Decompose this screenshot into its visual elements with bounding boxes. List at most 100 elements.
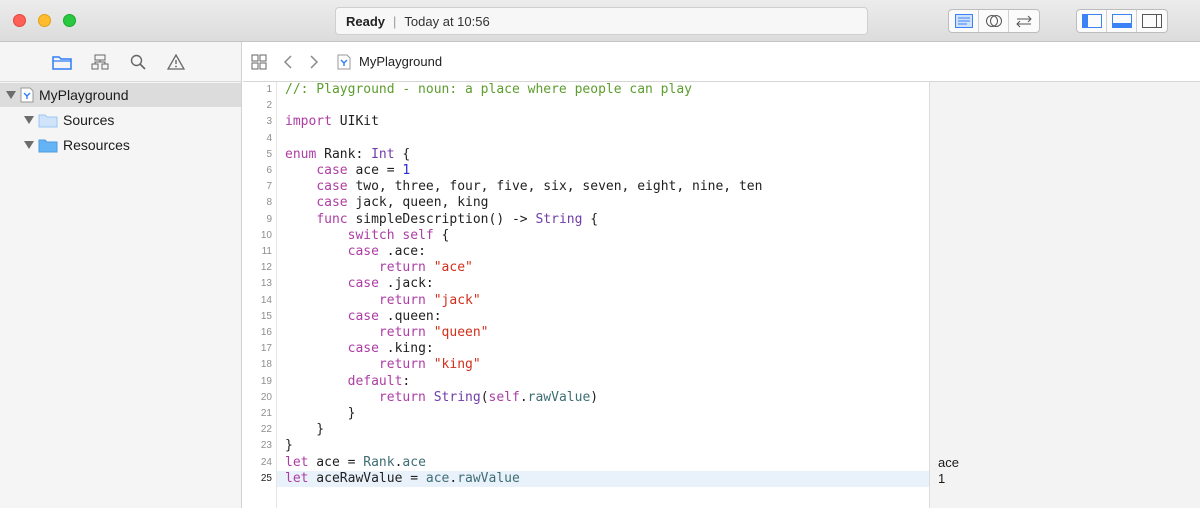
code-line[interactable]: } bbox=[277, 422, 930, 438]
code-line[interactable]: } bbox=[277, 406, 930, 422]
code-line[interactable]: return String(self.rawValue) bbox=[277, 390, 930, 406]
code-token: return bbox=[378, 325, 426, 340]
line-number: 1 bbox=[266, 84, 272, 95]
tree-item-label: MyPlayground bbox=[39, 87, 129, 103]
code-line[interactable]: let ace = Rank.ace bbox=[277, 455, 930, 471]
code-token: case bbox=[316, 179, 348, 195]
code-line[interactable]: default: bbox=[277, 374, 930, 390]
related-items-button[interactable] bbox=[243, 54, 275, 70]
code-token: String bbox=[535, 211, 583, 227]
code-token: ) bbox=[590, 389, 599, 405]
code-token: { bbox=[433, 227, 450, 243]
code-line[interactable]: enum Rank: Int { bbox=[277, 147, 930, 163]
code-token: default bbox=[347, 373, 403, 389]
disclosure-triangle-icon[interactable] bbox=[24, 141, 34, 149]
close-window-button[interactable] bbox=[13, 14, 26, 27]
standard-editor-button[interactable] bbox=[949, 10, 979, 32]
code-line[interactable]: return "jack" bbox=[277, 293, 930, 309]
line-number: 23 bbox=[260, 440, 272, 452]
code-token: ace = bbox=[308, 454, 364, 470]
code-line[interactable]: let aceRawValue = ace.rawValue bbox=[277, 470, 930, 487]
line-number: 4 bbox=[266, 132, 272, 144]
version-editor-icon bbox=[1016, 15, 1032, 28]
disclosure-triangle-icon[interactable] bbox=[24, 116, 34, 124]
code-line[interactable]: import UIKit bbox=[277, 114, 930, 130]
code-line[interactable] bbox=[277, 98, 930, 114]
code-token: case bbox=[316, 163, 348, 178]
tab-symbol-navigator[interactable] bbox=[90, 52, 110, 72]
result-value[interactable]: 1 bbox=[938, 471, 945, 487]
window-titlebar: Ready | Today at 10:56 bbox=[0, 0, 1200, 42]
minimize-window-button[interactable] bbox=[38, 14, 51, 27]
code-line[interactable]: case .queen: bbox=[277, 309, 930, 325]
code-line[interactable]: } bbox=[277, 438, 930, 454]
line-number: 19 bbox=[260, 375, 272, 387]
toggle-utilities-button[interactable] bbox=[1137, 10, 1167, 32]
source-editor[interactable]: //: Playground - noun: a place where peo… bbox=[276, 82, 930, 508]
line-number: 2 bbox=[266, 100, 272, 112]
tab-issue-navigator[interactable] bbox=[166, 52, 186, 72]
status-time: Today at 10:56 bbox=[404, 13, 490, 29]
code-line[interactable]: case .king: bbox=[277, 341, 930, 357]
code-line[interactable]: case .ace: bbox=[277, 244, 930, 260]
code-line[interactable]: return "ace" bbox=[277, 260, 930, 276]
code-token: Rank bbox=[363, 454, 395, 470]
code-line[interactable]: case two, three, four, five, six, seven,… bbox=[277, 179, 930, 195]
code-line[interactable]: func simpleDescription() -> String { bbox=[277, 212, 930, 228]
code-token: jack, queen, king bbox=[347, 195, 489, 211]
line-number: 5 bbox=[266, 148, 272, 160]
code-token: rawValue bbox=[527, 389, 591, 405]
grid-icon bbox=[251, 54, 267, 69]
line-number: 10 bbox=[260, 229, 272, 241]
tree-item-playground[interactable]: MyPlayground bbox=[0, 83, 241, 107]
view-area-control bbox=[1076, 9, 1168, 33]
toggle-navigator-button[interactable] bbox=[1077, 10, 1107, 32]
code-token: case bbox=[347, 308, 379, 324]
tree-item-sources[interactable]: Sources bbox=[0, 108, 241, 132]
project-navigator: MyPlayground Sources Resources bbox=[0, 42, 242, 508]
code-line[interactable]: case .jack: bbox=[277, 276, 930, 292]
disclosure-triangle-icon[interactable] bbox=[6, 91, 16, 99]
activity-status-bar: Ready | Today at 10:56 bbox=[335, 7, 868, 35]
code-line[interactable]: case jack, queen, king bbox=[277, 195, 930, 211]
tab-find-navigator[interactable] bbox=[128, 52, 148, 72]
code-token: simpleDescription() -> bbox=[347, 211, 536, 227]
code-line[interactable]: return "queen" bbox=[277, 325, 930, 341]
code-line[interactable]: switch self { bbox=[277, 228, 930, 244]
code-token: aceRawValue = bbox=[308, 470, 426, 486]
tab-project-navigator[interactable] bbox=[52, 52, 72, 72]
code-line[interactable] bbox=[277, 131, 930, 147]
code-token: .king: bbox=[378, 341, 434, 357]
line-number: 3 bbox=[266, 116, 272, 128]
code-line[interactable]: case ace = 1 bbox=[277, 163, 930, 179]
line-number: 15 bbox=[260, 310, 272, 322]
line-number: 6 bbox=[266, 165, 272, 176]
result-value[interactable]: ace bbox=[938, 455, 959, 471]
code-token: 1 bbox=[402, 163, 411, 178]
code-token: String bbox=[433, 389, 481, 405]
breadcrumb[interactable]: MyPlayground bbox=[337, 54, 442, 70]
go-back-button[interactable] bbox=[275, 54, 301, 69]
assistant-editor-button[interactable] bbox=[979, 10, 1009, 32]
go-forward-button[interactable] bbox=[301, 54, 327, 69]
code-token: } bbox=[285, 438, 293, 454]
line-number: 18 bbox=[260, 359, 272, 371]
code-token: .jack: bbox=[378, 276, 434, 292]
toggle-debug-area-button[interactable] bbox=[1107, 10, 1137, 32]
zoom-window-button[interactable] bbox=[63, 14, 76, 27]
line-number: 8 bbox=[266, 197, 272, 209]
version-editor-button[interactable] bbox=[1009, 10, 1039, 32]
code-line[interactable]: return "king" bbox=[277, 357, 930, 373]
breadcrumb-file-name: MyPlayground bbox=[359, 54, 443, 69]
code-line[interactable]: //: Playground - noun: a place where peo… bbox=[277, 82, 930, 98]
tree-item-resources[interactable]: Resources bbox=[0, 133, 241, 157]
